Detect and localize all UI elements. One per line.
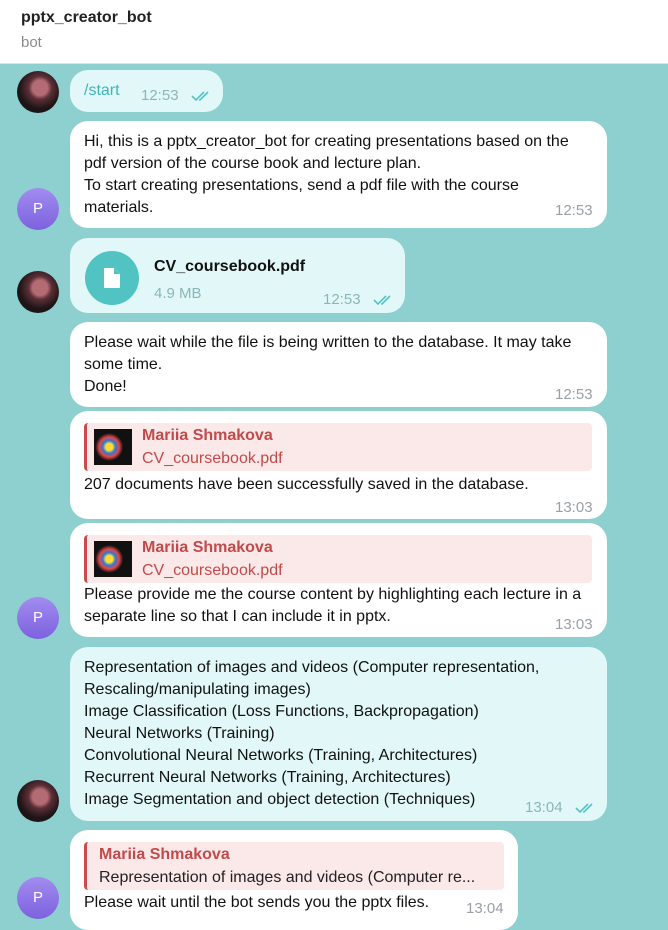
document-icon (104, 268, 120, 288)
reply-text: CV_coursebook.pdf (142, 562, 283, 579)
file-size: 4.9 MB (154, 285, 202, 302)
message-time: 13:04 (466, 900, 504, 917)
chat-header[interactable]: pptx_creator_bot bot (0, 0, 668, 64)
message-time: 12:53 (141, 87, 179, 104)
reply-author: Mariia Shmakova (99, 846, 230, 863)
message-text: Please wait while the file is being writ… (84, 334, 572, 395)
chat-subtitle: bot (21, 34, 42, 51)
message-time: 13:04 (525, 799, 563, 816)
file-download-button[interactable] (85, 251, 139, 305)
message-outgoing[interactable]: /start 12:53 (70, 70, 223, 112)
message-incoming[interactable]: Hi, this is a pptx_creator_bot for creat… (70, 121, 607, 228)
reply-thumbnail (94, 429, 132, 465)
bot-avatar[interactable]: P (17, 188, 59, 230)
reply-text: Representation of images and videos (Com… (99, 869, 476, 886)
reply-text: CV_coursebook.pdf (142, 450, 283, 467)
message-outgoing[interactable]: Representation of images and videos (Com… (70, 647, 607, 821)
file-name: CV_coursebook.pdf (154, 258, 306, 275)
reply-author: Mariia Shmakova (142, 539, 273, 556)
message-incoming[interactable]: Mariia Shmakova CV_coursebook.pdf Please… (70, 523, 607, 637)
bot-avatar[interactable]: P (17, 877, 59, 919)
message-time: 12:53 (323, 291, 361, 308)
message-incoming[interactable]: Mariia Shmakova CV_coursebook.pdf 207 do… (70, 411, 607, 519)
double-check-icon (191, 91, 209, 102)
message-text: Please wait until the bot sends you the … (84, 894, 430, 911)
message-time: 12:53 (555, 386, 593, 403)
message-list[interactable]: /start 12:53 P Hi, this is a pptx_creato… (0, 64, 668, 930)
message-text: Representation of images and videos (Com… (84, 659, 540, 808)
message-text: 207 documents have been successfully sav… (84, 476, 529, 493)
chat-title: pptx_creator_bot (21, 9, 152, 26)
message-time: 13:03 (555, 499, 593, 516)
file-message[interactable]: CV_coursebook.pdf 4.9 MB 12:53 (70, 238, 405, 313)
message-incoming[interactable]: Please wait while the file is being writ… (70, 322, 607, 407)
user-avatar[interactable] (17, 780, 59, 822)
message-text: Hi, this is a pptx_creator_bot for creat… (84, 133, 569, 216)
double-check-icon (575, 803, 593, 814)
reply-author: Mariia Shmakova (142, 427, 273, 444)
message-time: 13:03 (555, 616, 593, 633)
double-check-icon (373, 295, 391, 306)
bot-avatar[interactable]: P (17, 597, 59, 639)
user-avatar[interactable] (17, 271, 59, 313)
user-avatar[interactable] (17, 71, 59, 113)
reply-thumbnail (94, 541, 132, 577)
message-time: 12:53 (555, 202, 593, 219)
reply-preview[interactable]: Mariia Shmakova Representation of images… (84, 842, 504, 890)
message-text: Please provide me the course content by … (84, 586, 582, 625)
reply-preview[interactable]: Mariia Shmakova CV_coursebook.pdf (84, 423, 592, 471)
reply-preview[interactable]: Mariia Shmakova CV_coursebook.pdf (84, 535, 592, 583)
message-text: /start (84, 82, 120, 99)
message-incoming[interactable]: Mariia Shmakova Representation of images… (70, 830, 518, 930)
